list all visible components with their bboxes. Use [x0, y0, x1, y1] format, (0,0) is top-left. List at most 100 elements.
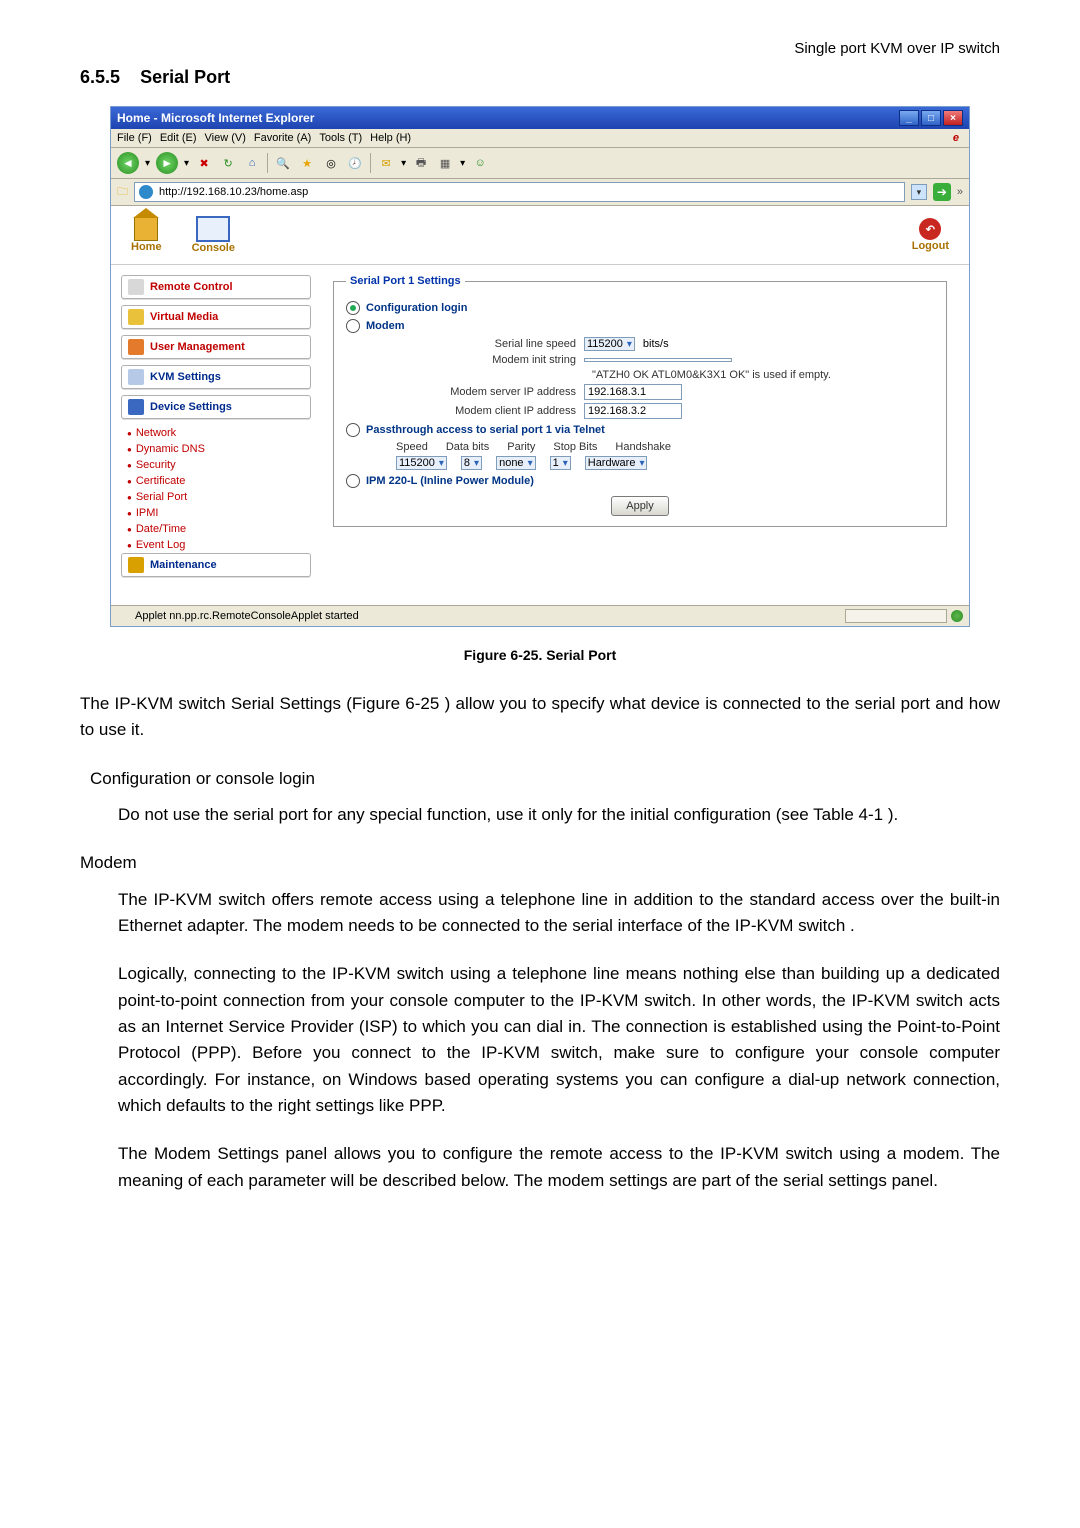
user-management-icon: [128, 339, 144, 355]
print-icon[interactable]: 🖶: [412, 154, 430, 172]
sidebar-virtual-media[interactable]: Virtual Media: [121, 305, 311, 329]
sub-label: Serial Port: [136, 491, 187, 503]
paragraph: Logically, connecting to the IP-KVM swit…: [118, 961, 1000, 1119]
mail-icon[interactable]: ✉: [377, 154, 395, 172]
stop-icon[interactable]: ✖: [195, 154, 213, 172]
radio-label: IPM 220-L (Inline Power Module): [366, 475, 534, 487]
sidebar-sub-security[interactable]: Security: [127, 457, 311, 473]
paragraph: Do not use the serial port for any speci…: [118, 802, 1000, 828]
sidebar-item-label: User Management: [150, 341, 245, 353]
sidebar-device-settings[interactable]: Device Settings: [121, 395, 311, 419]
menu-view[interactable]: View (V): [205, 132, 246, 144]
back-button[interactable]: ◄: [117, 152, 139, 174]
pt-handshake-h: Handshake: [615, 441, 671, 453]
radio-label: Passthrough access to serial port 1 via …: [366, 424, 605, 436]
sidebar-kvm-settings[interactable]: KVM Settings: [121, 365, 311, 389]
zone-icon: [951, 610, 963, 622]
nav-logout-label: Logout: [912, 240, 949, 252]
url-text[interactable]: http://192.168.10.23/home.asp: [159, 186, 308, 198]
sidebar-maintenance[interactable]: Maintenance: [121, 553, 311, 577]
menu-tools[interactable]: Tools (T): [319, 132, 362, 144]
radio-label: Configuration login: [366, 302, 467, 314]
media-icon[interactable]: ◎: [322, 154, 340, 172]
address-bar: 🗀 http://192.168.10.23/home.asp ▾ ➔ »: [111, 179, 969, 206]
sub-label: IPMI: [136, 507, 159, 519]
init-string-input[interactable]: [584, 358, 732, 362]
url-dropdown[interactable]: ▾: [911, 184, 927, 200]
pt-databits-select[interactable]: 8: [461, 456, 482, 470]
home-icon[interactable]: ⌂: [243, 154, 261, 172]
maintenance-icon: [128, 557, 144, 573]
history-icon[interactable]: 🕗: [346, 154, 364, 172]
pt-stopbits-select[interactable]: 1: [550, 456, 571, 470]
radio-icon: [346, 423, 360, 437]
sidebar-remote-control[interactable]: Remote Control: [121, 275, 311, 299]
section-number: 6.5.5: [80, 67, 120, 87]
menu-help[interactable]: Help (H): [370, 132, 411, 144]
remote-control-icon: [128, 279, 144, 295]
line-speed-select[interactable]: 115200: [584, 337, 635, 351]
pt-parity-select[interactable]: none: [496, 456, 536, 470]
radio-passthrough[interactable]: Passthrough access to serial port 1 via …: [346, 423, 934, 437]
favorites-icon[interactable]: ★: [298, 154, 316, 172]
console-icon: [196, 216, 230, 242]
menu-favorite[interactable]: Favorite (A): [254, 132, 311, 144]
sidebar-item-label: Virtual Media: [150, 311, 218, 323]
line-speed-unit: bits/s: [643, 338, 669, 350]
sidebar-sub-eventlog[interactable]: Event Log: [127, 537, 311, 553]
server-ip-label: Modem server IP address: [396, 386, 576, 398]
status-icon: [117, 610, 129, 622]
links-chevron[interactable]: »: [957, 186, 963, 198]
section-name: Serial Port: [140, 67, 230, 87]
nav-home[interactable]: Home: [131, 217, 162, 253]
radio-icon: [346, 301, 360, 315]
init-string-label: Modem init string: [396, 354, 576, 366]
go-button[interactable]: ➔: [933, 183, 951, 201]
line-speed-label: Serial line speed: [396, 338, 576, 350]
radio-config-login[interactable]: Configuration login: [346, 301, 934, 315]
pt-stopbits-h: Stop Bits: [553, 441, 597, 453]
kvm-settings-icon: [128, 369, 144, 385]
pt-speed-h: Speed: [396, 441, 428, 453]
refresh-icon[interactable]: ↻: [219, 154, 237, 172]
sub-label: Dynamic DNS: [136, 443, 205, 455]
sidebar-sub-serial[interactable]: Serial Port: [127, 489, 311, 505]
sidebar: Remote Control Virtual Media User Manage…: [111, 265, 311, 605]
close-button[interactable]: ×: [943, 110, 963, 126]
forward-button[interactable]: ►: [156, 152, 178, 174]
radio-ipm[interactable]: IPM 220-L (Inline Power Module): [346, 474, 934, 488]
pt-speed-select[interactable]: 115200: [396, 456, 447, 470]
sidebar-sub-certificate[interactable]: Certificate: [127, 473, 311, 489]
sidebar-sub-datetime[interactable]: Date/Time: [127, 521, 311, 537]
window-title: Home - Microsoft Internet Explorer: [117, 111, 314, 125]
pt-handshake-select[interactable]: Hardware: [585, 456, 648, 470]
menu-edit[interactable]: Edit (E): [160, 132, 197, 144]
server-ip-input[interactable]: 192.168.3.1: [584, 384, 682, 400]
sidebar-item-label: KVM Settings: [150, 371, 221, 383]
minimize-button[interactable]: _: [899, 110, 919, 126]
sidebar-sub-ipmi[interactable]: IPMI: [127, 505, 311, 521]
client-ip-label: Modem client IP address: [396, 405, 576, 417]
radio-modem[interactable]: Modem: [346, 319, 934, 333]
apply-button[interactable]: Apply: [611, 496, 669, 516]
nav-logout[interactable]: ↶ Logout: [912, 218, 949, 252]
edit-icon[interactable]: ▦: [436, 154, 454, 172]
search-icon[interactable]: 🔍: [274, 154, 292, 172]
messenger-icon[interactable]: ☺: [471, 154, 489, 172]
maximize-button[interactable]: □: [921, 110, 941, 126]
sidebar-sub-network[interactable]: Network: [127, 425, 311, 441]
modem-heading: Modem: [80, 850, 1000, 876]
logout-icon: ↶: [919, 218, 941, 240]
sidebar-user-management[interactable]: User Management: [121, 335, 311, 359]
radio-icon: [346, 319, 360, 333]
paragraph: The IP-KVM switch offers remote access u…: [118, 887, 1000, 940]
sidebar-item-label: Device Settings: [150, 401, 232, 413]
nav-console[interactable]: Console: [192, 216, 235, 254]
ie-logo: e: [953, 132, 959, 144]
sub-label: Date/Time: [136, 523, 186, 535]
sidebar-sub-ddns[interactable]: Dynamic DNS: [127, 441, 311, 457]
nav-home-label: Home: [131, 241, 162, 253]
figure-caption: Figure 6-25. Serial Port: [80, 647, 1000, 663]
menu-file[interactable]: File (F): [117, 132, 152, 144]
client-ip-input[interactable]: 192.168.3.2: [584, 403, 682, 419]
